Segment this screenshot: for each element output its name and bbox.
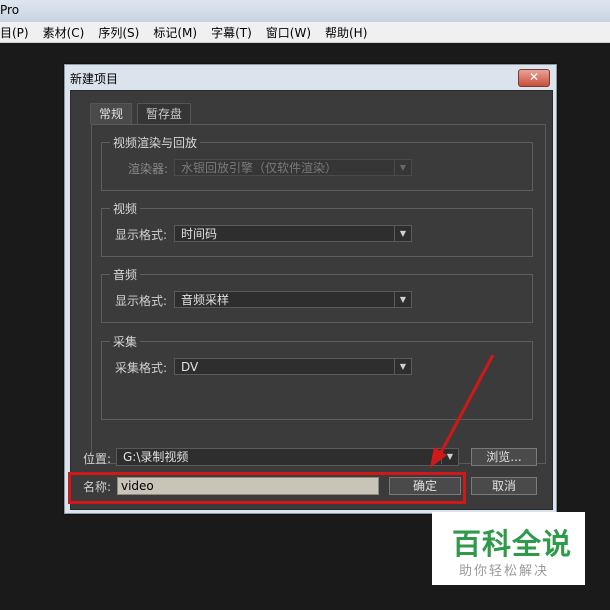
annotation-highlight-box: [68, 472, 466, 504]
chevron-down-icon: ▼: [394, 226, 411, 241]
audio-display-format-label: 显示格式:: [115, 294, 168, 308]
location-value: G:\录制视频: [123, 450, 189, 464]
renderer-value: 水银回放引擎（仅软件渲染）: [181, 161, 338, 175]
renderer-label: 渲染器:: [128, 162, 169, 176]
capture-group: 采集 采集格式: DV ▼: [101, 333, 533, 420]
chevron-down-icon: ▼: [394, 160, 411, 175]
chevron-down-icon: ▼: [394, 292, 411, 307]
audio-display-format-select[interactable]: 音频采样 ▼: [174, 291, 412, 308]
location-select[interactable]: G:\录制视频 ▼: [116, 448, 459, 466]
watermark: 百科全说 助你轻松解决: [432, 512, 585, 585]
general-tab-panel: 视频渲染与回放 渲染器: 水银回放引擎（仅软件渲染） ▼ 视频 显示格式: 时间…: [91, 124, 546, 464]
browse-button[interactable]: 浏览...: [471, 448, 537, 466]
app-title: Pro: [0, 3, 20, 17]
watermark-subtitle: 助你轻松解决: [459, 564, 550, 579]
render-group: 视频渲染与回放 渲染器: 水银回放引擎（仅软件渲染） ▼: [101, 134, 533, 191]
menu-clip[interactable]: 素材(C): [36, 24, 92, 41]
menu-help[interactable]: 帮助(H): [318, 24, 374, 41]
video-group-title: 视频: [110, 200, 141, 217]
chevron-down-icon: ▼: [394, 359, 411, 374]
tab-general[interactable]: 常规: [90, 103, 133, 124]
menu-marker[interactable]: 标记(M): [146, 24, 204, 41]
menu-bar: 目(P) 素材(C) 序列(S) 标记(M) 字幕(T) 窗口(W) 帮助(H): [0, 22, 610, 43]
watermark-title: 百科全说: [452, 527, 573, 561]
capture-format-select[interactable]: DV ▼: [174, 358, 412, 375]
video-display-format-label: 显示格式:: [115, 228, 168, 242]
capture-group-title: 采集: [110, 333, 141, 350]
menu-sequence[interactable]: 序列(S): [91, 24, 146, 41]
tab-scratch-disks[interactable]: 暂存盘: [137, 103, 192, 124]
close-icon: ✕: [528, 70, 540, 84]
cancel-button[interactable]: 取消: [471, 477, 537, 495]
new-project-dialog: 新建项目 ✕ 常规 暂存盘 视频渲染与回放 渲染器: 水银回放引擎（仅软件渲染）…: [64, 64, 557, 514]
location-label: 位置:: [83, 452, 112, 466]
capture-format-value: DV: [181, 360, 199, 374]
chevron-down-icon: ▼: [441, 449, 458, 464]
audio-group: 音频 显示格式: 音频采样 ▼: [101, 266, 533, 323]
menu-window[interactable]: 窗口(W): [259, 24, 318, 41]
video-display-format-value: 时间码: [181, 227, 218, 241]
video-display-format-select[interactable]: 时间码 ▼: [174, 225, 412, 242]
menu-project[interactable]: 目(P): [0, 24, 36, 41]
app-titlebar: Pro: [0, 0, 610, 22]
capture-format-label: 采集格式:: [115, 361, 168, 375]
dialog-body: 常规 暂存盘 视频渲染与回放 渲染器: 水银回放引擎（仅软件渲染） ▼ 视频 显…: [70, 90, 553, 510]
render-group-title: 视频渲染与回放: [110, 134, 201, 151]
renderer-select[interactable]: 水银回放引擎（仅软件渲染） ▼: [174, 159, 412, 176]
dialog-title: 新建项目: [70, 72, 119, 86]
close-button[interactable]: ✕: [518, 69, 550, 87]
audio-display-format-value: 音频采样: [181, 293, 230, 307]
video-group: 视频 显示格式: 时间码 ▼: [101, 200, 533, 257]
audio-group-title: 音频: [110, 266, 141, 283]
menu-title[interactable]: 字幕(T): [204, 24, 259, 41]
